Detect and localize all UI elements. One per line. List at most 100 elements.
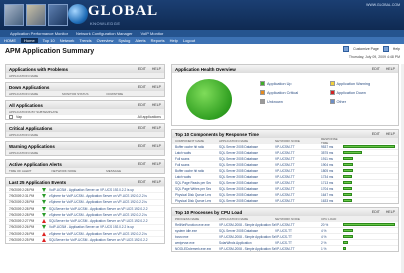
component-name[interactable]: Full scans [175,157,211,161]
help-button[interactable]: HELP [152,162,161,166]
legend-item[interactable]: Application Up [260,81,327,86]
legend-item[interactable]: Unknown [260,99,327,104]
nav-tab-alerts[interactable]: Alerts [135,38,145,43]
nav-tab-trends[interactable]: Trends [79,38,91,43]
component-name[interactable]: Buffer cache hit ratio [175,145,211,149]
nav-tab-help[interactable]: Help [170,38,178,43]
edit-button[interactable]: EDIT [138,126,146,130]
edit-button[interactable]: EDIT [138,162,146,166]
edit-button[interactable]: EDIT [138,180,146,184]
table-row[interactable]: NOOLEDolemerk.exe.exe VP-UCSM-2008 - Simp… [172,245,398,251]
event-row[interactable]: 7/9/2009 2:28 PM SQLServer for VoIP-UCSM … [6,204,164,211]
health-pie-chart[interactable] [186,79,232,120]
edit-button[interactable]: EDIT [372,132,380,136]
help-button[interactable]: HELP [152,180,161,184]
help-icon[interactable] [382,46,389,52]
component-name[interactable]: system idle.exe [175,229,211,233]
network-node[interactable]: VP-UCS-TT [275,229,321,233]
nav-tab-reports[interactable]: Reports [151,38,165,43]
application-name[interactable]: SQL Server 2005 Database [219,157,275,161]
event-message[interactable]: VoIP-UCSM - Application Server on VP-UCS… [49,188,134,192]
edit-button[interactable]: EDIT [138,144,146,148]
application-name[interactable]: SQL Server 2005 Database [219,181,275,185]
network-node[interactable]: VP-UCSM-TT [275,247,321,251]
customize-page-link[interactable]: Customize Page [353,47,379,51]
application-name[interactable]: SQL Server 2005 Database [219,151,275,155]
component-name[interactable]: SQL Page Reads per Second [175,181,211,185]
event-message[interactable]: vSphere for VoIP-UCSM - Application Serv… [49,232,147,236]
legend-item[interactable]: Application Critical [260,90,327,95]
expand-toggle-icon[interactable] [9,115,13,119]
application-name[interactable]: SQL Server 2005 Database [219,193,275,197]
help-button[interactable]: HELP [152,85,161,89]
component-name[interactable]: Full scans [175,163,211,167]
help-button[interactable]: HELP [386,132,395,136]
event-row[interactable]: 7/9/2009 2:27 PM SQLServer for VoIP-UCSM … [6,217,164,224]
component-name[interactable]: Physical Disk Queue Length [175,199,211,203]
legend-item[interactable]: Other [329,99,397,104]
application-name[interactable]: SQL Server 2005 Database [219,229,275,233]
legend-label[interactable]: Application Up [267,82,291,86]
event-message[interactable]: vSphere for VoIP-UCSM - Application Serv… [49,213,147,217]
edit-button[interactable]: EDIT [138,103,146,107]
event-row[interactable]: 7/9/2009 2:28 PM vSphere for VoIP-UCSM - … [6,211,164,217]
legend-item[interactable]: Application Warning [329,81,397,86]
help-button[interactable]: HELP [152,103,161,107]
application-name[interactable]: SQL Server 2005 Database [219,175,275,179]
application-name[interactable]: SolarWinds Application [219,241,275,245]
menu-item-ncm[interactable]: Network Configuration Manager [76,31,132,36]
application-name[interactable]: SQL Server 2005 Database [219,145,275,149]
component-name[interactable]: wmiprvse.exe [175,241,211,245]
event-row[interactable]: 7/9/2009 2:28 PM vSphere for VoIP-UCSM - … [6,198,164,205]
component-name[interactable]: Buffer cache hit ratio [175,169,211,173]
event-message[interactable]: vSphere for VoIP-UCSM - Application Serv… [49,194,147,198]
application-name[interactable]: SQL Server 2005 Database [219,199,275,203]
help-button[interactable]: HELP [386,210,395,214]
legend-label[interactable]: Application Down [337,91,366,95]
edit-button[interactable]: EDIT [138,85,146,89]
help-button[interactable]: HELP [152,67,161,71]
event-row[interactable]: 7/9/2009 2:25 PM SQLServer for VoIP-UCSM … [6,236,164,243]
component-name[interactable]: bcsrv.exe [175,235,211,239]
table-row[interactable]: Physical Disk Queue Length SQL Server 200… [172,197,398,203]
legend-label[interactable]: Unknown [267,100,283,104]
component-name[interactable]: SQL Page Writes per Second [175,187,211,191]
help-button[interactable]: HELP [152,144,161,148]
edit-button[interactable]: EDIT [138,67,146,71]
network-node[interactable]: VP-UCS-TT [275,235,321,239]
tree-label[interactable]: Vap [16,115,22,119]
nav-tab-overview[interactable]: Overview [97,38,114,43]
network-node[interactable]: VP-UCSM-TT [275,145,321,149]
application-name[interactable]: SQL Server 2005 Database [219,163,275,167]
application-name[interactable]: VP-UCSM-2008 - Simple Application Server [219,235,275,239]
component-name[interactable]: Physical Disk Queue Length [175,193,211,197]
menu-item-apm[interactable]: Application Performance Monitor [10,31,68,36]
component-name[interactable]: NOOLEDolemerk.exe.exe [175,247,211,251]
component-name[interactable]: Latch waits [175,175,211,179]
event-message[interactable]: vSphere for VoIP-UCSM - Application Serv… [49,200,147,204]
legend-label[interactable]: Application Warning [337,82,371,86]
application-name[interactable]: VP-UCSM-2008 - Simple Application Server [219,247,275,251]
customize-page-icon[interactable] [343,46,350,52]
network-node[interactable]: VP-UCSM-TT [275,151,321,155]
application-name[interactable]: VP-UCSM-2008 - Simple Application Server [219,223,275,227]
legend-label[interactable]: Other [337,100,347,104]
help-link[interactable]: Help [393,47,400,51]
edit-button[interactable]: EDIT [372,67,380,71]
application-name[interactable]: SQL Server 2005 Database [219,187,275,191]
component-name[interactable]: ReliNetFunction.exe.exe [175,223,211,227]
tree-row[interactable]: Vap All applications [6,114,164,119]
network-node[interactable]: VP-UCSM-TT [275,157,321,161]
network-node[interactable]: VP-UCSM-TT [275,175,321,179]
network-node[interactable]: VP-UCS-TT [275,241,321,245]
network-node[interactable]: VP-UCSM-TT [275,169,321,173]
nav-tab-syslog[interactable]: Syslog [118,38,130,43]
nav-tab-logout[interactable]: Logout [183,38,195,43]
legend-label[interactable]: Application Critical [267,91,298,95]
menu-item-voip[interactable]: VoIP Monitor [141,31,164,36]
edit-button[interactable]: EDIT [372,210,380,214]
component-name[interactable]: Latch waits [175,151,211,155]
application-name[interactable]: SQL Server 2005 Database [219,169,275,173]
event-message[interactable]: SQLServer for VoIP-UCSM - Application Se… [49,219,148,223]
network-node[interactable]: VP-UCSM-TT [275,199,321,203]
